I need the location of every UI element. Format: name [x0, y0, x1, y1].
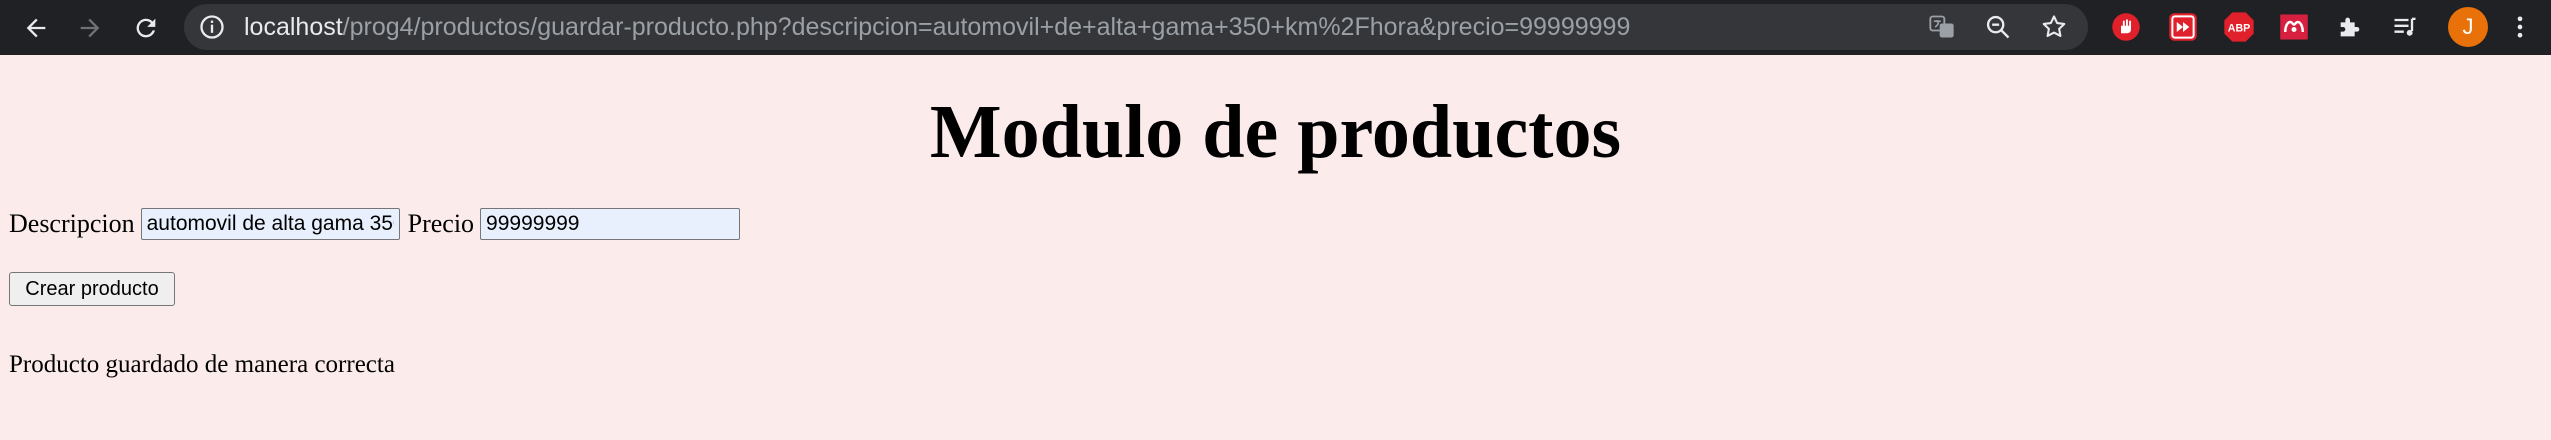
svg-text:ABP: ABP [2228, 23, 2251, 35]
translate-icon[interactable] [1928, 13, 1956, 41]
create-product-button[interactable]: Crear producto [9, 272, 175, 306]
forward-button[interactable] [70, 8, 110, 48]
extensions-puzzle-icon[interactable] [2332, 9, 2368, 45]
reload-button[interactable] [126, 8, 166, 48]
forward-arrow-icon [80, 18, 100, 38]
extension-mendeley-icon[interactable] [2276, 9, 2312, 45]
page-content: Modulo de productos Descripcion Precio C… [0, 55, 2551, 440]
reload-icon [136, 18, 156, 38]
adblock-plus-icon[interactable]: ABP [2221, 9, 2257, 45]
site-info-icon[interactable] [198, 13, 226, 41]
url-host: localhost [244, 13, 343, 41]
bookmark-star-icon[interactable] [2040, 13, 2068, 41]
zoom-out-icon[interactable] [1984, 13, 2012, 41]
page-title: Modulo de productos [929, 90, 1622, 174]
price-label: Precio [407, 209, 475, 238]
reading-list-icon[interactable] [2387, 9, 2423, 45]
price-input[interactable] [480, 208, 741, 240]
description-input[interactable] [140, 208, 400, 240]
url-path: /prog4/productos/guardar-producto.php?de… [342, 13, 1631, 41]
description-label: Descripcion [9, 209, 135, 238]
product-form: Descripcion Precio [9, 206, 741, 242]
extension-hand-icon[interactable] [2108, 9, 2144, 45]
browser-menu-icon[interactable] [2502, 9, 2538, 45]
back-arrow-icon [26, 18, 46, 38]
url-text[interactable]: localhost/prog4/productos/guardar-produc… [244, 4, 1630, 50]
address-bar[interactable]: localhost/prog4/productos/guardar-produc… [184, 4, 2088, 50]
browser-toolbar: localhost/prog4/productos/guardar-produc… [0, 0, 2551, 55]
status-message: Producto guardado de manera correcta [9, 351, 395, 378]
back-button[interactable] [16, 8, 56, 48]
extension-fast-forward-icon[interactable] [2165, 9, 2201, 45]
profile-avatar[interactable]: J [2448, 7, 2488, 47]
